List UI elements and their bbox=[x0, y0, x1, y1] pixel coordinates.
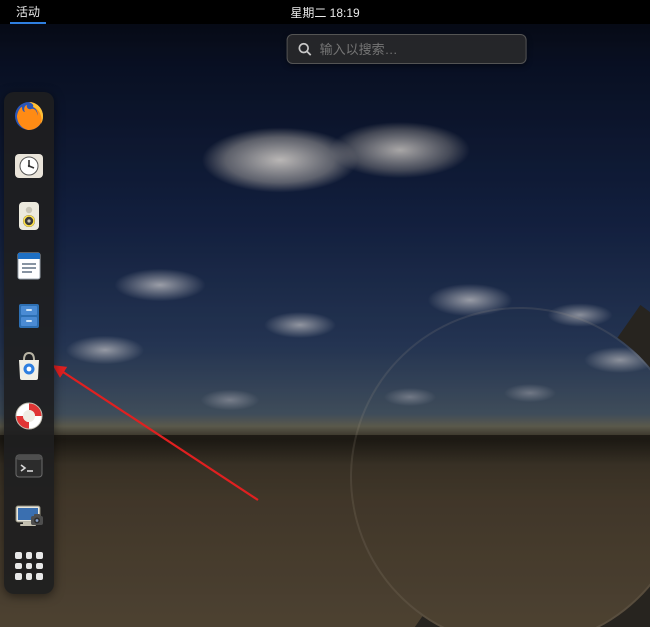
dock-app-files[interactable] bbox=[11, 298, 47, 334]
desktop-wallpaper bbox=[0, 0, 650, 627]
terminal-icon bbox=[13, 450, 45, 482]
document-icon bbox=[13, 250, 45, 282]
clock-icon bbox=[13, 150, 45, 182]
search-icon bbox=[298, 42, 312, 56]
apps-grid-icon bbox=[13, 550, 45, 582]
dock-app-firefox[interactable] bbox=[11, 98, 47, 134]
shopping-bag-icon bbox=[13, 350, 45, 382]
overview-search[interactable] bbox=[287, 34, 527, 64]
dock-app-screenshot[interactable] bbox=[11, 498, 47, 534]
dock-app-rhythmbox[interactable] bbox=[11, 198, 47, 234]
dock-show-applications[interactable] bbox=[11, 548, 47, 584]
dock-app-terminal[interactable] bbox=[11, 448, 47, 484]
dock-app-help[interactable] bbox=[11, 398, 47, 434]
dock-app-clock[interactable] bbox=[11, 148, 47, 184]
clock-label[interactable]: 星期二 18:19 bbox=[290, 4, 359, 21]
dock-app-software[interactable] bbox=[11, 348, 47, 384]
lifebuoy-icon bbox=[13, 400, 45, 432]
activities-button[interactable]: 活动 bbox=[10, 0, 46, 24]
speaker-icon bbox=[13, 200, 45, 232]
dock bbox=[4, 92, 54, 594]
screenshot-icon bbox=[13, 500, 45, 532]
activities-label: 活动 bbox=[16, 3, 40, 20]
firefox-icon bbox=[13, 100, 45, 132]
dock-app-writer[interactable] bbox=[11, 248, 47, 284]
file-cabinet-icon bbox=[13, 300, 45, 332]
top-bar: 活动 星期二 18:19 bbox=[0, 0, 650, 24]
search-input[interactable] bbox=[320, 42, 516, 57]
